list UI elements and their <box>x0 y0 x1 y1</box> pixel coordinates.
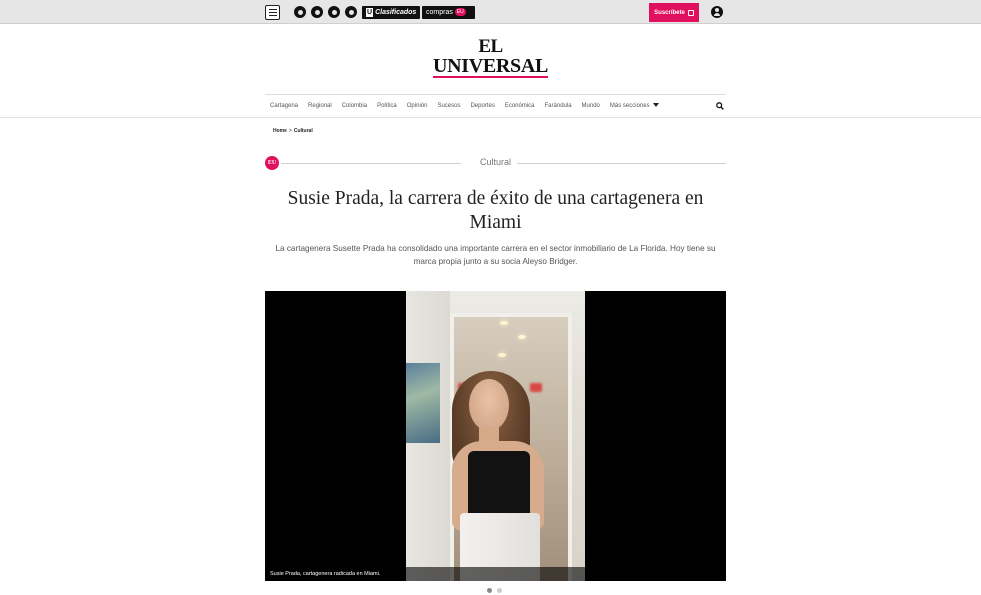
gallery-dot-2[interactable] <box>497 588 502 593</box>
youtube-icon[interactable] <box>345 6 357 18</box>
nav-item-economica[interactable]: Económica <box>505 103 535 109</box>
clasificados-mark: U <box>366 8 374 17</box>
nav-item-opinion[interactable]: Opinión <box>407 103 428 109</box>
breadcrumb-home[interactable]: Home <box>273 128 287 134</box>
main-nav: Cartagena Regional Colombia Política Opi… <box>265 94 726 117</box>
article-lead: La cartagenera Susette Prada ha consolid… <box>275 244 716 266</box>
caret-down-icon <box>652 103 659 107</box>
compras-tag: EU <box>454 8 466 16</box>
search-icon[interactable] <box>716 102 724 110</box>
hamburger-icon[interactable] <box>265 5 280 20</box>
logo-line-1: EL <box>478 36 503 57</box>
gallery-pagination <box>487 588 502 593</box>
nav-more-sections[interactable]: Más secciones <box>610 103 659 109</box>
site-logo[interactable]: EL UNIVERSAL <box>0 36 981 78</box>
nav-item-sucesos[interactable]: Sucesos <box>437 103 460 109</box>
nav-more-label: Más secciones <box>609 103 650 109</box>
top-bar: U Clasificados compras EU Suscríbete <box>0 0 981 24</box>
subscribe-label: Suscríbete <box>654 9 685 16</box>
nav-divider <box>0 117 981 118</box>
breadcrumb-separator: > <box>288 128 292 134</box>
gallery-dot-1[interactable] <box>487 588 492 593</box>
nav-item-farandula[interactable]: Farándula <box>545 103 572 109</box>
user-icon[interactable] <box>711 6 723 18</box>
nav-item-politica[interactable]: Política <box>377 103 397 109</box>
logo-line-2: UNIVERSAL <box>432 55 549 78</box>
twitter-icon[interactable] <box>328 6 340 18</box>
article-photo <box>406 291 585 581</box>
nav-item-deportes[interactable]: Deportes <box>470 103 494 109</box>
compras-link[interactable]: compras EU <box>422 6 475 19</box>
article-headline: Susie Prada, la carrera de éxito de una … <box>287 188 704 233</box>
nav-item-regional[interactable]: Regional <box>308 103 332 109</box>
breadcrumb: Home > Cultural <box>273 128 313 134</box>
compras-label: compras <box>426 9 453 16</box>
article-gallery[interactable]: Susie Prada, cartagenera radicada en Mia… <box>265 291 726 581</box>
instagram-icon[interactable] <box>294 6 306 18</box>
nav-item-colombia[interactable]: Colombia <box>342 103 367 109</box>
photo-caption: Susie Prada, cartagenera radicada en Mia… <box>265 567 726 581</box>
breadcrumb-current[interactable]: Cultural <box>294 128 313 134</box>
clasificados-link[interactable]: U Clasificados <box>362 6 421 19</box>
section-label-wrap: Cultural <box>265 157 726 167</box>
section-header: EU Cultural <box>265 155 726 171</box>
section-label[interactable]: Cultural <box>474 157 516 167</box>
nav-item-mundo[interactable]: Mundo <box>582 103 600 109</box>
subscribe-button[interactable]: Suscríbete <box>649 3 699 22</box>
clasificados-label: Clasificados <box>375 9 417 16</box>
flag-icon <box>687 9 694 16</box>
nav-item-cartagena[interactable]: Cartagena <box>270 103 298 109</box>
facebook-icon[interactable] <box>311 6 323 18</box>
